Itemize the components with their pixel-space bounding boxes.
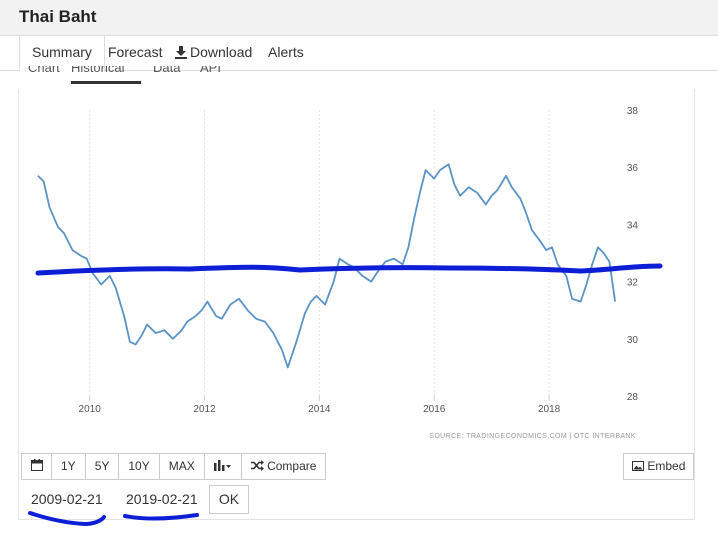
end-date-input[interactable]: 2019-02-21 bbox=[126, 486, 198, 514]
chart-toolbar: 1Y 5Y 10Y MAX Compare bbox=[21, 453, 327, 480]
image-icon bbox=[632, 461, 644, 471]
y-tick-label-38: 38 bbox=[627, 106, 639, 117]
chart-source-note: SOURCE: TRADINGECONOMICS.COM | OTC INTER… bbox=[429, 433, 636, 440]
x-tick-label-2010: 2010 bbox=[79, 404, 102, 415]
x-tick-label-2016: 2016 bbox=[423, 404, 446, 415]
y-tick-label-32: 32 bbox=[627, 278, 639, 289]
range-10y-button[interactable]: 10Y bbox=[118, 453, 160, 480]
x-tick-label-2018: 2018 bbox=[538, 404, 561, 415]
range-1y-button[interactable]: 1Y bbox=[51, 453, 86, 480]
y-tick-label-30: 30 bbox=[627, 335, 639, 346]
embed-label: Embed bbox=[647, 459, 686, 473]
calendar-icon bbox=[30, 459, 43, 471]
x-tick-label-2014: 2014 bbox=[308, 404, 331, 415]
range-max-button[interactable]: MAX bbox=[158, 453, 205, 480]
ok-button[interactable]: OK bbox=[209, 485, 249, 514]
range-5y-button[interactable]: 5Y bbox=[84, 453, 120, 480]
x-tick-label-2012: 2012 bbox=[193, 404, 216, 415]
calendar-button[interactable] bbox=[21, 453, 52, 480]
bar-chart-icon bbox=[213, 460, 231, 471]
compare-label: Compare bbox=[267, 459, 317, 473]
chart-type-button[interactable] bbox=[203, 453, 242, 480]
embed-button[interactable]: Embed bbox=[623, 453, 695, 480]
y-tick-label-34: 34 bbox=[627, 220, 639, 231]
shuffle-icon bbox=[250, 460, 264, 471]
chart-grid bbox=[89, 110, 550, 396]
y-tick-label-28: 28 bbox=[627, 392, 639, 403]
compare-button[interactable]: Compare bbox=[240, 453, 327, 480]
start-date-input[interactable]: 2009-02-21 bbox=[31, 486, 103, 514]
y-tick-label-36: 36 bbox=[627, 163, 639, 174]
x-axis: 2010 2012 2014 2016 2018 bbox=[79, 396, 561, 415]
y-axis: 28 30 32 34 36 38 bbox=[627, 106, 639, 403]
chart-series bbox=[37, 163, 616, 369]
exchange-rate-chart: 2010 2012 2014 2016 2018 28 30 32 34 36 38 SOURCE… bbox=[37, 106, 639, 440]
series-line-0 bbox=[37, 163, 616, 369]
